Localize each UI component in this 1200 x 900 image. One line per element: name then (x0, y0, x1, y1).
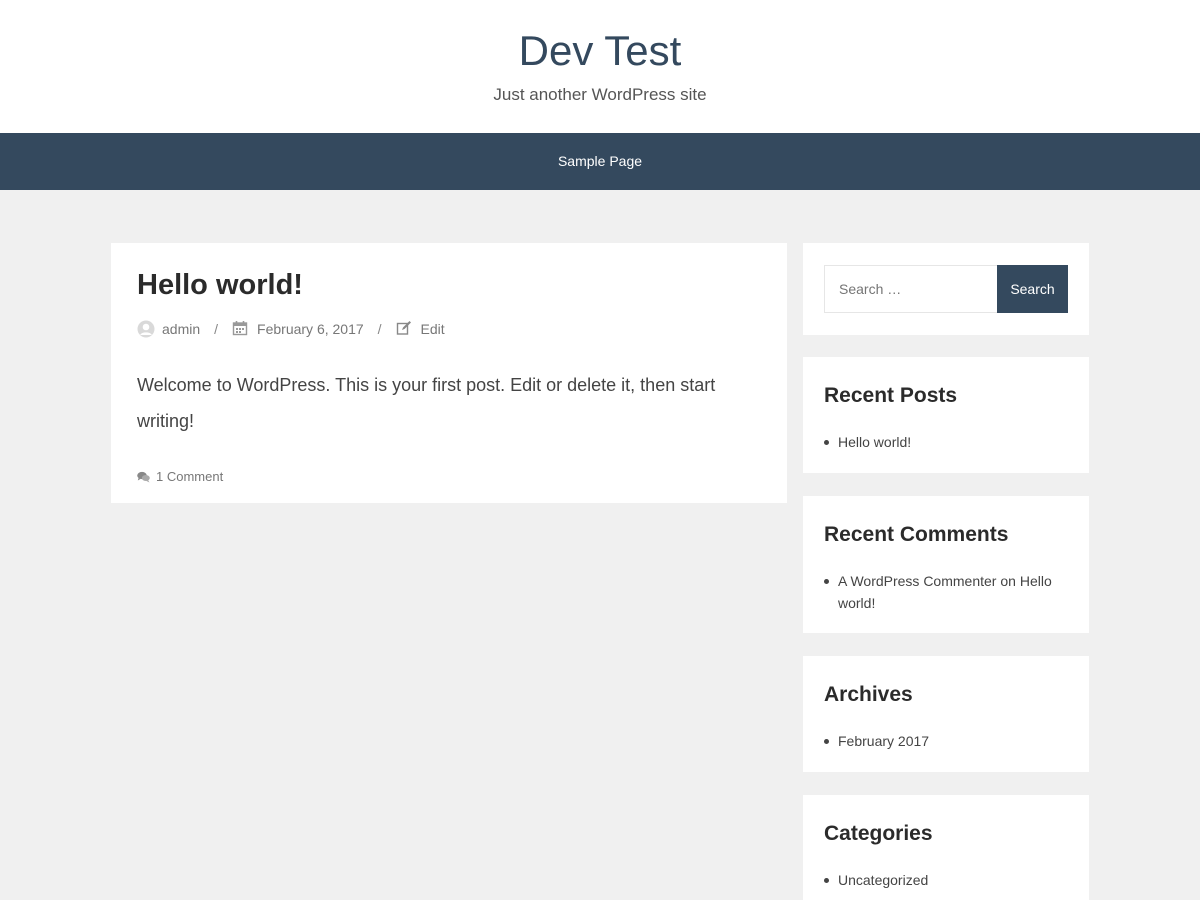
widget-title: Archives (824, 683, 913, 706)
post-card: Hello world! admin / February 6, 2017 / (111, 243, 787, 503)
search-widget: Search (803, 243, 1089, 335)
archives-list: February 2017 (824, 730, 1069, 752)
post-author-link[interactable]: admin (162, 321, 200, 337)
search-button[interactable]: Search (997, 265, 1068, 313)
list-item: February 2017 (824, 730, 1069, 752)
comment-author-link[interactable]: A WordPress Commenter (838, 573, 996, 589)
comments-icon (137, 471, 150, 483)
recent-post-link[interactable]: Hello world! (838, 434, 911, 450)
site-title: Dev Test (0, 26, 1200, 76)
nav-item-sample-page[interactable]: Sample Page (0, 133, 1200, 190)
post-date-link[interactable]: February 6, 2017 (257, 321, 364, 337)
recent-posts-widget: Recent Posts Hello world! (803, 357, 1089, 473)
widget-title: Recent Comments (824, 523, 1009, 546)
site-description: Just another WordPress site (493, 85, 707, 104)
categories-widget: Categories Uncategorized (803, 795, 1089, 900)
widget-title: Recent Posts (824, 384, 958, 407)
list-item: Uncategorized (824, 869, 1069, 891)
user-avatar-icon (137, 320, 155, 338)
edit-icon (396, 320, 414, 338)
recent-posts-list: Hello world! (824, 431, 1069, 453)
comment-on-text: on (1000, 573, 1020, 589)
recent-comments-list: A WordPress Commenter on Hello world! (824, 570, 1069, 614)
post-title[interactable]: Hello world! (137, 267, 303, 303)
site-header: Dev Test Just another WordPress site (0, 0, 1200, 133)
main-navigation: Sample Page (0, 133, 1200, 190)
meta-separator: / (214, 321, 219, 337)
post-comments-link[interactable]: 1 Comment (156, 469, 223, 484)
site-title-link[interactable]: Dev Test (519, 27, 682, 74)
post-footer: 1 Comment (137, 469, 223, 484)
meta-separator: / (377, 321, 382, 337)
list-item: A WordPress Commenter on Hello world! (824, 570, 1069, 614)
archive-link[interactable]: February 2017 (838, 733, 929, 749)
nav-item-label: Sample Page (557, 153, 643, 169)
widget-title: Categories (824, 822, 933, 845)
category-link[interactable]: Uncategorized (838, 872, 928, 888)
post-edit-link[interactable]: Edit (421, 321, 445, 337)
search-input[interactable] (824, 265, 997, 313)
archives-widget: Archives February 2017 (803, 656, 1089, 772)
categories-list: Uncategorized (824, 869, 1069, 891)
post-content: Welcome to WordPress. This is your first… (137, 375, 716, 431)
recent-comments-widget: Recent Comments A WordPress Commenter on… (803, 496, 1089, 633)
calendar-icon (232, 320, 250, 338)
post-meta: admin / February 6, 2017 / Edit (137, 319, 445, 339)
list-item: Hello world! (824, 431, 1069, 453)
